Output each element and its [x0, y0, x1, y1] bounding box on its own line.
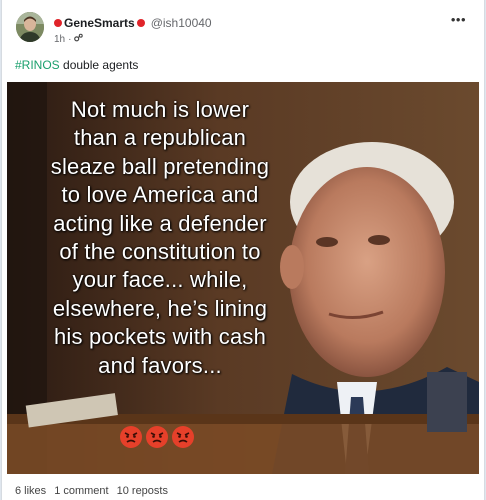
post-text: #RINOS double agents	[15, 58, 138, 72]
meme-line: to love America and	[61, 182, 259, 208]
angry-face-icon	[172, 426, 194, 448]
post-time[interactable]: 1h	[54, 34, 65, 45]
meme-line: Not much is lower	[70, 97, 250, 122]
comments-count[interactable]: 1 comment	[54, 485, 108, 497]
more-options-icon[interactable]: •••	[451, 12, 466, 27]
meme-line: than a republican	[73, 125, 247, 151]
share-scope-icon	[74, 33, 84, 45]
angry-emoji-row	[119, 425, 199, 449]
meme-line: his pockets with cash	[53, 324, 267, 350]
author-row: GeneSmarts @ish10040	[54, 15, 212, 31]
meme-caption: Not much is lower than a republican slea…	[7, 96, 313, 380]
meme-line: acting like a defender	[53, 210, 267, 236]
meme-line: of the constitution to	[59, 239, 261, 265]
post-image[interactable]: Not much is lower than a republican slea…	[7, 82, 479, 474]
post-body: double agents	[63, 58, 139, 72]
angry-face-icon	[146, 426, 168, 448]
hashtag-link[interactable]: #RINOS	[15, 58, 60, 72]
meme-line: and favors...	[98, 352, 222, 378]
avatar[interactable]	[16, 12, 44, 42]
post-stats: 6 likes 1 comment 10 reposts	[15, 485, 168, 497]
post-card: GeneSmarts @ish10040 1h · ••• #RINOS dou…	[1, 0, 485, 500]
meme-line: elsewhere, he’s lining	[52, 295, 268, 321]
likes-count[interactable]: 6 likes	[15, 485, 46, 497]
username[interactable]: GeneSmarts	[64, 16, 135, 30]
status-dot-left	[54, 19, 62, 27]
meme-line: your face... while,	[72, 267, 248, 293]
reposts-count[interactable]: 10 reposts	[117, 485, 168, 497]
meta-separator: ·	[68, 33, 72, 45]
meme-line: sleaze ball pretending	[50, 153, 270, 179]
user-handle[interactable]: @ish10040	[151, 16, 212, 30]
post-meta: 1h ·	[54, 33, 84, 45]
angry-face-icon	[120, 426, 142, 448]
status-dot-right	[136, 19, 145, 27]
